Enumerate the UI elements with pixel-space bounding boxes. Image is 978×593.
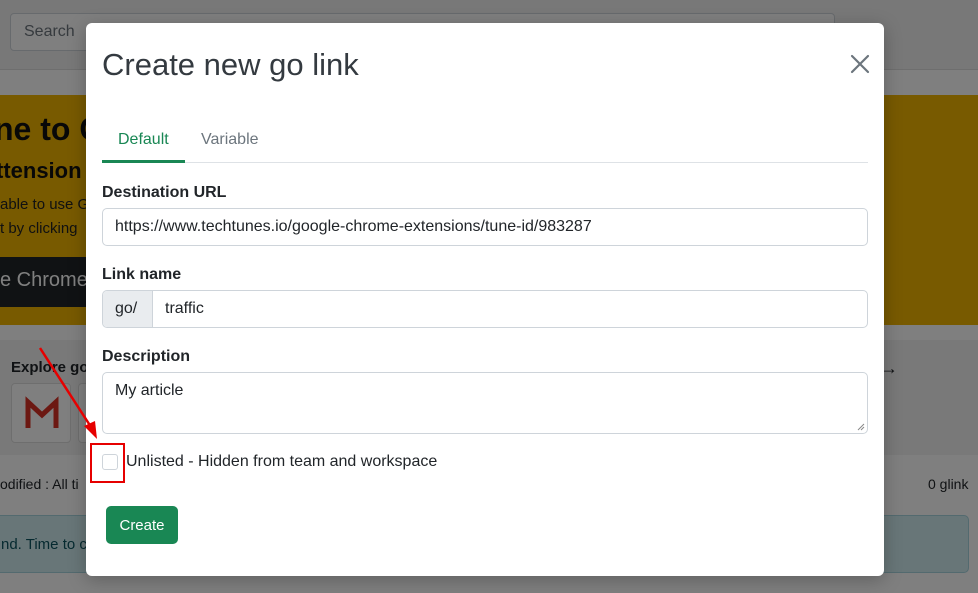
annotation-arrow-icon xyxy=(38,347,97,439)
